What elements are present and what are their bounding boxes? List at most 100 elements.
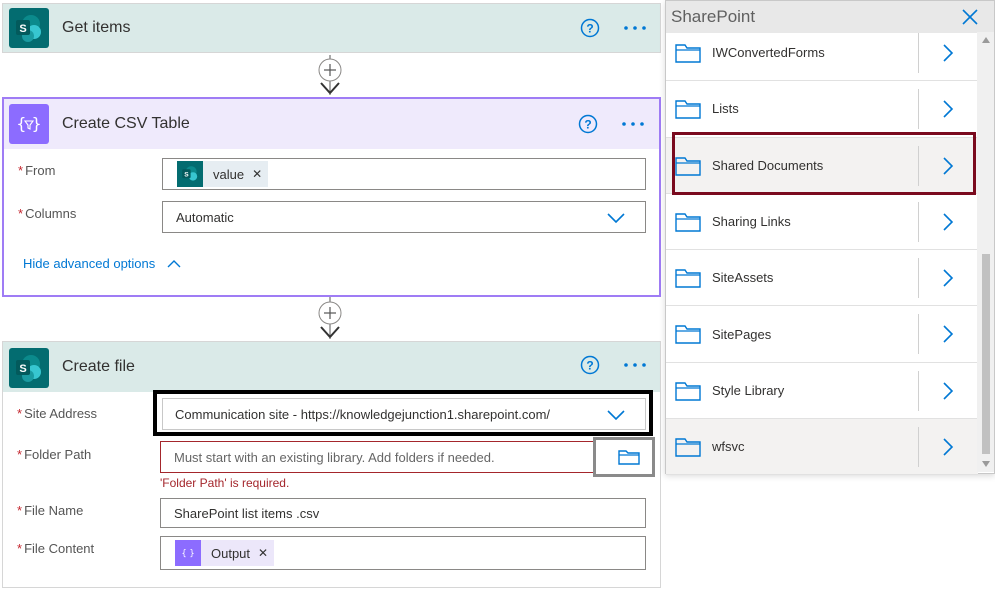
chevron-right-icon[interactable] <box>942 99 954 119</box>
item-divider <box>918 314 919 355</box>
folder-path-error: 'Folder Path' is required. <box>160 476 290 490</box>
help-icon[interactable]: ? <box>578 114 598 134</box>
chevron-right-icon[interactable] <box>942 156 954 176</box>
folder-icon <box>618 450 640 465</box>
folder-path-input[interactable]: Must start with an existing library. Add… <box>160 441 619 473</box>
folder-icon <box>675 213 701 232</box>
folder-item[interactable]: Shared Documents <box>666 137 978 194</box>
hide-advanced-options-link[interactable]: Hide advanced options <box>23 256 181 271</box>
help-icon[interactable]: ? <box>580 18 600 38</box>
picker-title: SharePoint <box>671 7 756 26</box>
site-address-dropdown[interactable]: Communication site - https://knowledgeju… <box>162 398 646 430</box>
remove-token-icon[interactable]: ✕ <box>252 167 262 181</box>
get-items-header[interactable]: S Get items ? <box>3 4 660 52</box>
item-divider <box>918 370 919 411</box>
scroll-thumb[interactable] <box>982 254 990 454</box>
sharepoint-folder-picker[interactable]: IWConvertedForms Lists Shared Documents Sha… <box>665 0 995 476</box>
folder-icon <box>675 44 701 63</box>
chevron-right-icon[interactable] <box>942 268 954 288</box>
folder-item[interactable]: SitePages <box>666 306 978 363</box>
folder-item-label: SitePages <box>712 326 772 342</box>
sharepoint-icon: S <box>177 161 203 187</box>
create-csv-table-card[interactable]: { } Create CSV Table ? * From S value ✕ *… <box>2 97 661 297</box>
chevron-right-icon[interactable] <box>942 381 954 401</box>
site-address-label: * Site Address <box>17 406 98 421</box>
folder-path-label: * Folder Path <box>17 447 92 462</box>
columns-label: * Columns <box>18 206 77 221</box>
data-operation-icon: { } <box>175 540 201 566</box>
scroll-up-icon[interactable] <box>982 36 990 44</box>
folder-icon <box>675 100 701 119</box>
picker-scrollbar[interactable] <box>977 32 994 472</box>
more-options-icon[interactable] <box>622 18 648 38</box>
file-content-field[interactable]: { } Output ✕ <box>160 536 646 570</box>
item-divider <box>918 145 919 186</box>
folder-item-label: Lists <box>712 101 739 117</box>
sharepoint-icon: S <box>9 8 49 48</box>
folder-item[interactable]: Sharing Links <box>666 193 978 251</box>
picker-header: SharePoint <box>666 1 994 33</box>
folder-item-label: wfsvc <box>712 439 745 455</box>
svg-text:{ }: { } <box>181 548 194 558</box>
from-field[interactable]: S value ✕ <box>162 158 646 190</box>
item-divider <box>918 33 919 73</box>
folder-item[interactable]: Lists <box>666 81 978 138</box>
item-divider <box>918 258 919 299</box>
folder-item[interactable]: wfsvc <box>666 419 978 476</box>
sharepoint-icon: S <box>9 348 49 388</box>
folder-icon <box>675 325 701 345</box>
svg-text:?: ? <box>586 22 593 36</box>
folder-icon <box>675 156 701 176</box>
create-csv-table-title: Create CSV Table <box>62 115 190 132</box>
remove-token-icon[interactable]: ✕ <box>258 546 268 560</box>
folder-item-label: Style Library <box>712 382 785 398</box>
folder-list: IWConvertedForms Lists Shared Documents Sha… <box>666 25 978 476</box>
svg-text:S: S <box>19 23 26 35</box>
columns-dropdown[interactable]: Automatic <box>162 201 646 233</box>
chevron-up-icon <box>167 260 181 268</box>
file-name-input[interactable]: SharePoint list items .csv <box>160 498 646 528</box>
more-options-icon[interactable] <box>622 355 648 375</box>
close-icon[interactable] <box>962 9 978 25</box>
create-csv-table-header[interactable]: { } Create CSV Table ? <box>4 99 659 149</box>
data-operation-icon: { } <box>9 104 49 144</box>
scroll-down-icon[interactable] <box>982 460 990 468</box>
folder-icon <box>675 382 701 401</box>
folder-item-label: Sharing Links <box>712 214 791 230</box>
output-token[interactable]: { } Output ✕ <box>175 540 275 566</box>
value-token[interactable]: S value ✕ <box>177 161 269 187</box>
file-content-label: * File Content <box>17 541 95 556</box>
folder-item-label: Shared Documents <box>712 157 824 173</box>
help-icon[interactable]: ? <box>580 355 600 375</box>
item-divider <box>918 201 919 242</box>
chevron-right-icon[interactable] <box>942 212 954 232</box>
chevron-down-icon <box>607 410 625 420</box>
folder-icon <box>675 438 701 457</box>
create-file-header[interactable]: S Create file ? <box>3 342 660 392</box>
create-file-card[interactable]: S Create file ? * Site Address Communicat… <box>2 341 661 588</box>
from-label: * From <box>18 163 56 178</box>
get-items-title: Get items <box>62 19 131 36</box>
folder-picker-button[interactable] <box>593 437 655 477</box>
chevron-right-icon[interactable] <box>942 437 954 457</box>
folder-item[interactable]: IWConvertedForms <box>666 25 978 82</box>
chevron-right-icon[interactable] <box>942 43 954 63</box>
item-divider <box>918 427 919 468</box>
svg-text:?: ? <box>584 118 591 132</box>
svg-text:S: S <box>184 171 189 178</box>
folder-item[interactable]: SiteAssets <box>666 250 978 307</box>
folder-item[interactable]: Style Library <box>666 362 978 420</box>
get-items-card[interactable]: S Get items ? <box>2 3 661 53</box>
svg-text:{ }: { } <box>16 114 41 133</box>
file-name-label: * File Name <box>17 503 84 518</box>
svg-text:S: S <box>19 363 26 375</box>
more-options-icon[interactable] <box>620 114 646 134</box>
create-file-title: Create file <box>62 358 135 375</box>
folder-item-label: SiteAssets <box>712 270 774 286</box>
chevron-right-icon[interactable] <box>942 324 954 344</box>
item-divider <box>918 89 919 130</box>
add-step-connector[interactable] <box>316 297 344 341</box>
add-step-connector[interactable] <box>316 55 344 97</box>
svg-text:?: ? <box>586 359 593 373</box>
chevron-down-icon <box>607 213 625 223</box>
